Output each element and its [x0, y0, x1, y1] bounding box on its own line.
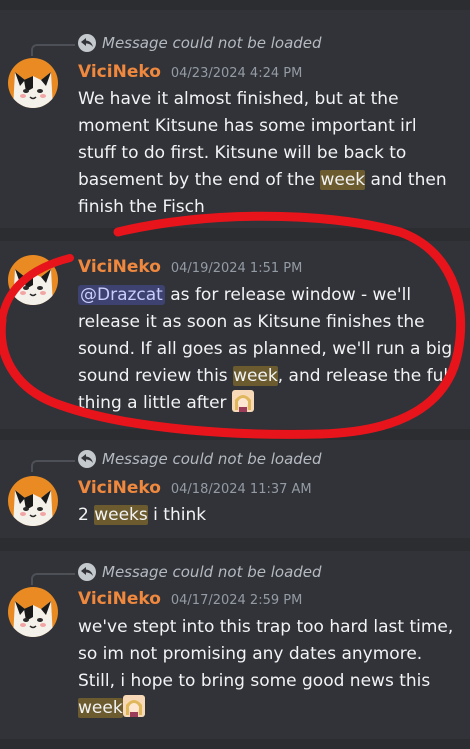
message-content: @Drazcat as for release window - we'll r… — [78, 282, 456, 417]
avatar[interactable] — [8, 587, 58, 637]
avatar[interactable] — [8, 476, 58, 526]
message-header: ViciNeko 04/23/2024 4:24 PM — [78, 62, 302, 82]
reply-connector — [31, 44, 75, 56]
search-highlight: week — [78, 698, 123, 718]
author-name[interactable]: ViciNeko — [78, 62, 161, 82]
cat-avatar-icon — [8, 58, 58, 108]
message-header: ViciNeko 04/19/2024 1:51 PM — [78, 257, 302, 277]
timestamp: 04/23/2024 4:24 PM — [170, 66, 303, 81]
cat-avatar-icon — [8, 587, 58, 637]
search-highlight: week — [233, 366, 278, 386]
reply-arrow-icon — [78, 34, 96, 52]
reply-arrow-icon — [78, 563, 96, 581]
message-item: Message could not be loaded ViciNeko 04/… — [0, 440, 470, 538]
girl-emoji-icon[interactable] — [231, 390, 254, 412]
reply-preview[interactable]: Message could not be loaded — [78, 32, 322, 54]
message-content: We have it almost finished, but at the m… — [78, 86, 456, 221]
timestamp: 04/18/2024 11:37 AM — [170, 482, 312, 497]
message-content: 2 weeks i think — [78, 502, 456, 529]
cat-avatar-icon — [8, 476, 58, 526]
avatar[interactable] — [8, 58, 58, 108]
timestamp: 04/19/2024 1:51 PM — [170, 261, 303, 276]
author-name[interactable]: ViciNeko — [78, 589, 161, 609]
reply-text: Message could not be loaded — [102, 563, 322, 581]
reply-preview[interactable]: Message could not be loaded — [78, 561, 322, 583]
message-header: ViciNeko 04/17/2024 2:59 PM — [78, 589, 302, 609]
message-text: i think — [147, 505, 207, 525]
author-name[interactable]: ViciNeko — [78, 478, 161, 498]
message-item: Message could not be loaded ViciNeko 04/… — [0, 10, 470, 228]
reply-text: Message could not be loaded — [102, 34, 322, 52]
user-mention[interactable]: @Drazcat — [78, 285, 165, 305]
message-content: we've stept into this trap too hard last… — [78, 614, 456, 722]
reply-connector — [31, 460, 75, 472]
girl-emoji-icon[interactable] — [122, 695, 145, 717]
reply-text: Message could not be loaded — [102, 450, 322, 468]
message-item: ViciNeko 04/19/2024 1:51 PM @Drazcat as … — [0, 241, 470, 429]
search-highlight: week — [320, 170, 366, 190]
author-name[interactable]: ViciNeko — [78, 257, 161, 277]
message-text: we've stept into this trap too hard last… — [78, 617, 454, 691]
cat-avatar-icon — [8, 255, 58, 305]
timestamp: 04/17/2024 2:59 PM — [170, 593, 303, 608]
avatar[interactable] — [8, 255, 58, 305]
reply-preview[interactable]: Message could not be loaded — [78, 448, 322, 470]
message-item: Message could not be loaded ViciNeko 04/… — [0, 551, 470, 739]
search-highlight: weeks — [94, 505, 148, 525]
reply-arrow-icon — [78, 450, 96, 468]
message-text: 2 — [78, 505, 95, 525]
reply-connector — [31, 573, 75, 585]
message-header: ViciNeko 04/18/2024 11:37 AM — [78, 478, 312, 498]
